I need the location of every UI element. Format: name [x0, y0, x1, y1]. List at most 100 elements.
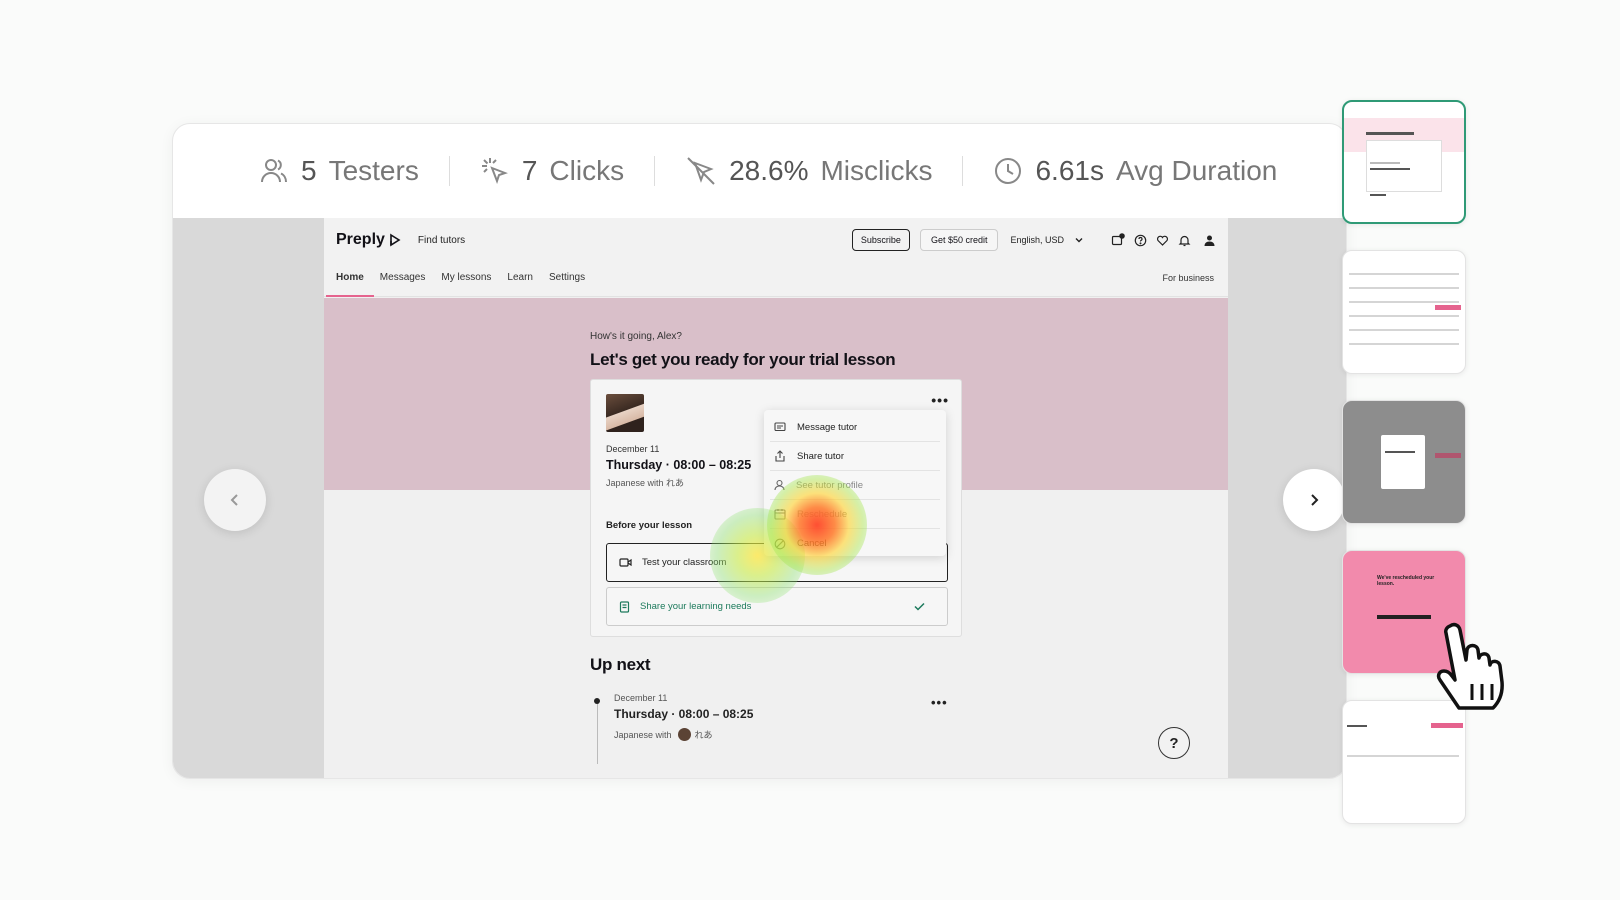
thumb-modal — [1381, 435, 1425, 489]
get-credit-button[interactable]: Get $50 credit — [919, 229, 999, 251]
misclicks-rate: 28.6% — [729, 155, 809, 186]
tab-home[interactable]: Home — [326, 272, 374, 297]
screen-thumbnail-3[interactable] — [1342, 400, 1466, 524]
divider — [448, 156, 450, 186]
thumb-line — [1349, 301, 1459, 303]
screen-thumbnail-5[interactable] — [1342, 700, 1466, 824]
click-icon — [480, 156, 510, 186]
tab-settings[interactable]: Settings — [549, 272, 585, 296]
stats-bar: 5 Testers 7 Clicks 28.6% Misclicks 6.61s… — [173, 124, 1346, 218]
tutor-name: れあ — [694, 730, 713, 740]
lesson-subject: Japanese with れあ — [606, 478, 685, 488]
video-camera-icon — [619, 557, 632, 568]
before-lesson-heading: Before your lesson — [606, 520, 693, 531]
thumb-line — [1349, 315, 1459, 317]
testers-label: Testers — [328, 155, 419, 186]
share-icon — [774, 450, 786, 462]
upcoming-lesson-date: December 11 — [614, 693, 668, 703]
message-icon — [774, 421, 786, 433]
users-icon — [259, 156, 289, 186]
main-nav: Home Messages My lessons Learn Settings … — [324, 262, 1228, 297]
task-label: Share your learning needs — [640, 601, 752, 612]
menu-label: Message tutor — [797, 421, 858, 433]
stat-duration: 6.61s Avg Duration — [993, 155, 1277, 187]
subject-label: Japanese with — [614, 729, 672, 740]
thumb-line — [1347, 725, 1367, 727]
cancel-icon — [774, 538, 786, 550]
menu-message-tutor[interactable]: Message tutor — [770, 413, 940, 442]
thumb-pink-button — [1431, 723, 1463, 728]
share-learning-needs-task[interactable]: Share your learning needs — [606, 587, 948, 626]
help-circle-icon[interactable] — [1134, 234, 1147, 247]
document-icon — [619, 600, 630, 613]
menu-label: Share tutor — [797, 450, 844, 462]
thumb-line — [1349, 343, 1459, 345]
find-tutors-link[interactable]: Find tutors — [418, 235, 465, 246]
divider — [654, 156, 656, 186]
screen-thumbnail-2[interactable] — [1342, 250, 1466, 374]
thumb-line — [1370, 168, 1410, 170]
user-account-icon[interactable] — [1203, 234, 1216, 247]
menu-label: See tutor profile — [796, 479, 864, 491]
tab-my-lessons[interactable]: My lessons — [441, 272, 491, 296]
help-button[interactable]: ? — [1158, 727, 1190, 759]
thumb-line — [1349, 287, 1459, 289]
lesson-time: Thursday · 08:00 – 08:25 — [606, 458, 752, 472]
screenshot-viewport: Preply Find tutors Subscribe Get $50 cre… — [173, 218, 1346, 778]
subscribe-button[interactable]: Subscribe — [851, 229, 910, 251]
heart-icon[interactable] — [1156, 234, 1169, 247]
stat-misclicks: 28.6% Misclicks — [685, 155, 932, 187]
for-business-link[interactable]: For business — [1162, 273, 1214, 283]
next-screen-button[interactable] — [1283, 469, 1345, 531]
thumb-line — [1370, 162, 1400, 164]
menu-label: Cancel — [797, 538, 827, 549]
misclick-icon — [685, 155, 717, 187]
screen-thumbnail-1[interactable] — [1342, 100, 1466, 224]
upcoming-more-options-icon[interactable]: ••• — [931, 695, 948, 710]
greeting-text: How's it going, Alex? — [590, 331, 682, 342]
thumb-line — [1366, 132, 1414, 135]
preply-app-screenshot: Preply Find tutors Subscribe Get $50 cre… — [324, 218, 1228, 778]
timeline-line — [597, 702, 598, 764]
thumb-line — [1385, 451, 1415, 453]
language-label: English, USD — [1010, 235, 1064, 245]
tab-learn[interactable]: Learn — [507, 272, 533, 296]
lesson-options-menu: Message tutor Share tutor See tutor prof… — [764, 410, 946, 556]
menu-cancel[interactable]: Cancel — [770, 529, 940, 558]
page-title: Let's get you ready for your trial lesso… — [590, 350, 896, 369]
language-selector[interactable]: English, USD — [1010, 235, 1084, 245]
menu-see-tutor-profile[interactable]: See tutor profile — [770, 471, 940, 500]
logo-text: Preply — [336, 231, 385, 248]
previous-screen-button[interactable] — [204, 469, 266, 531]
upcoming-lesson-time: Thursday · 08:00 – 08:25 — [614, 707, 754, 721]
tab-messages[interactable]: Messages — [380, 272, 426, 296]
thumb-line — [1349, 329, 1459, 331]
clock-icon — [993, 156, 1023, 186]
preply-logo[interactable]: Preply — [336, 231, 402, 249]
tutor-mini-avatar — [677, 728, 691, 741]
hand-cursor-icon — [1428, 620, 1512, 717]
thumb-pink-button — [1435, 453, 1461, 458]
profile-icon — [774, 479, 785, 491]
timeline-dot — [594, 698, 600, 704]
thumb-heading: We've rescheduled your lesson. — [1377, 575, 1435, 587]
task-label: Test your classroom — [642, 557, 727, 568]
tutor-avatar — [606, 394, 644, 432]
logo-mark-icon — [388, 233, 402, 247]
upcoming-lesson-subject: Japanese with れあ — [614, 728, 713, 741]
stat-clicks: 7 Clicks — [480, 155, 624, 187]
checkmark-icon — [914, 602, 925, 611]
more-options-icon[interactable]: ••• — [931, 392, 949, 408]
bell-icon[interactable] — [1178, 234, 1191, 247]
stat-testers: 5 Testers — [259, 155, 419, 187]
menu-share-tutor[interactable]: Share tutor — [770, 442, 940, 471]
menu-reschedule[interactable]: Reschedule — [770, 500, 940, 529]
thumb-line — [1370, 194, 1386, 196]
menu-label: Reschedule — [797, 508, 848, 520]
notification-inbox-icon[interactable] — [1111, 233, 1125, 247]
divider — [962, 156, 964, 186]
thumb-line — [1347, 755, 1459, 757]
thumb-line — [1349, 273, 1459, 275]
duration-label: Avg Duration — [1115, 155, 1278, 186]
clicks-label: Clicks — [549, 155, 625, 186]
